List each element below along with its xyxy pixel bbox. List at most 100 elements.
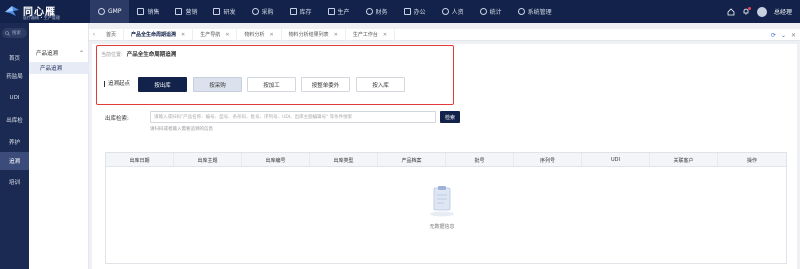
tab-label: 产品全生命周期追溯 [131, 32, 177, 38]
clock-icon [479, 8, 487, 15]
col-outbound-subject: 出库主题 [174, 153, 242, 167]
sidebar-item-outbound-check[interactable]: 出库检 [0, 112, 29, 128]
sidebar-item-fda[interactable]: 药监局 [0, 68, 29, 84]
query-label: 出库检索: [105, 116, 129, 122]
sidebar-item-home[interactable]: 首页 [0, 50, 29, 66]
nav-purchase[interactable]: 采购 [244, 0, 282, 23]
nav-sales[interactable]: 销售 [129, 0, 167, 23]
tab-product-lifecycle-trace[interactable]: 产品全生命周期追溯 ✕ [124, 28, 194, 41]
nav-inventory[interactable]: 库存 [282, 0, 320, 23]
nav-label: 生产 [337, 9, 350, 16]
nav-label: 财务 [375, 9, 388, 16]
breadcrumb-prefix: 当前位置: [101, 52, 123, 58]
submenu-group-label: 产品追溯 [36, 51, 59, 57]
nav-production[interactable]: 生产 [320, 0, 358, 23]
sidebar-item-training[interactable]: 培训 [0, 174, 29, 190]
col-actions: 操作 [746, 157, 757, 164]
gear-icon [517, 8, 525, 15]
app-logo[interactable]: 同心雁 医疗器械 • 生产管理 [4, 3, 84, 21]
avatar[interactable] [756, 6, 767, 17]
tab-material-analysis[interactable]: 物料分析 ✕ [237, 28, 282, 41]
chart-icon [137, 8, 145, 15]
col-serial-number: 序列号 [514, 153, 582, 167]
close-icon[interactable]: ✕ [269, 32, 273, 38]
query-hint: 请扫码或者输入需要追溯的信息 [150, 127, 213, 132]
refresh-icon[interactable]: ⟳ [771, 32, 776, 39]
chevron-down-icon[interactable]: ⌄ [781, 32, 786, 39]
trace-start-label: 追溯起点 [104, 81, 130, 87]
query-input[interactable]: 请输入或扫码"产品名称、编号、型号、条形码、批号、序列号、UDI、出库主题编辑号… [150, 111, 436, 123]
nav-office[interactable]: 办公 [396, 0, 434, 23]
sidebar-item-trace[interactable]: 追溯 [0, 152, 29, 170]
close-icon[interactable]: ✕ [181, 32, 185, 38]
submenu-item-product-trace[interactable]: 产品追溯 [29, 62, 89, 74]
close-icon[interactable]: ✕ [334, 32, 338, 38]
top-bar: 同心雁 医疗器械 • 生产管理 GMP 销售 营销 研发 采购 库存 生产 财务… [0, 0, 800, 23]
table-header: 出库日期 出库主题 出库编号 出库类型 产品档案 批号 序列号 UDI 关联客户… [106, 153, 786, 167]
trace-by-inbound-button[interactable]: 按入库 [356, 77, 405, 92]
tab-tools: ⟳ ⌄ ✕ [771, 29, 796, 41]
tab-home[interactable]: 首页 [99, 28, 125, 41]
trace-by-purchase-button[interactable]: 按采购 [193, 77, 242, 92]
nav-label: 统计 [489, 9, 502, 16]
search-button[interactable]: 检索 [440, 111, 460, 123]
col-batch-number: 批号 [446, 153, 514, 167]
header-tools: 总经理 [727, 0, 792, 23]
nav-marketing[interactable]: 营销 [167, 0, 205, 23]
logo-bird-icon [5, 6, 19, 16]
empty-clipboard-icon [430, 186, 454, 217]
nav-hr[interactable]: 人资 [434, 0, 472, 23]
trace-table: 出库日期 出库主题 出库编号 出库类型 产品档案 批号 序列号 UDI 关联客户… [105, 152, 787, 264]
tab-scroll-left-icon[interactable]: ‹ [89, 31, 99, 38]
close-icon[interactable]: ✕ [791, 32, 796, 39]
factory-icon [327, 8, 335, 15]
home-icon[interactable] [727, 7, 735, 16]
main-nav: GMP 销售 营销 研发 采购 库存 生产 财务 办公 人资 统计 系统管理 [90, 0, 560, 23]
sidebar-search-input[interactable]: 搜索 [2, 28, 27, 38]
tab-label: 生产导航 [200, 32, 221, 38]
nav-gmp[interactable]: GMP [90, 0, 130, 23]
tab-production-workbench[interactable]: 生产工作台 ✕ [346, 28, 396, 41]
col-related-customer: 关联客户 [650, 153, 718, 167]
trace-by-outsourcing-button[interactable]: 按整单委外 [301, 77, 350, 92]
tab-label: 物料分析 [244, 32, 265, 38]
search-icon [5, 30, 10, 36]
tab-production-nav[interactable]: 生产导航 ✕ [193, 28, 238, 41]
nav-label: GMP [108, 8, 122, 15]
trace-by-outbound-button[interactable]: 按出库 [138, 77, 187, 92]
notification-bell[interactable] [742, 6, 751, 17]
money-icon [365, 8, 373, 15]
search-placeholder: 搜索 [12, 31, 21, 36]
nav-label: 库存 [299, 9, 312, 16]
nav-label: 办公 [413, 9, 426, 16]
nav-system[interactable]: 系统管理 [510, 0, 560, 23]
nav-label: 采购 [261, 9, 274, 16]
breadcrumb: 当前位置: 产品全生命周期追溯 [101, 50, 176, 58]
briefcase-icon [403, 8, 411, 15]
user-name[interactable]: 总经理 [774, 7, 792, 16]
nav-rd[interactable]: 研发 [205, 0, 243, 23]
sidebar-item-udi[interactable]: UDI [0, 90, 29, 106]
tab-label: 生产工作台 [352, 32, 378, 38]
trace-by-processing-button[interactable]: 按加工 [247, 77, 296, 92]
nav-stats[interactable]: 统计 [472, 0, 510, 23]
nav-label: 人资 [451, 9, 464, 16]
notification-badge [747, 6, 751, 10]
secondary-menu: 产品追溯 ⌃ 产品追溯 [29, 23, 89, 269]
close-icon[interactable]: ✕ [225, 32, 229, 38]
lab-icon [213, 8, 221, 15]
shield-icon [98, 8, 105, 15]
close-icon[interactable]: ✕ [383, 32, 387, 38]
nav-label: 研发 [223, 9, 236, 16]
col-outbound-date: 出库日期 [106, 153, 174, 167]
nav-finance[interactable]: 财务 [358, 0, 396, 23]
nav-label: 营销 [185, 9, 198, 16]
user-icon [441, 8, 449, 15]
submenu-group-product-trace[interactable]: 产品追溯 ⌃ [29, 47, 89, 59]
sidebar-item-maintenance[interactable]: 养护 [0, 134, 29, 150]
nav-label: 系统管理 [527, 9, 552, 16]
col-udi: UDI [582, 153, 650, 167]
tab-material-analysis-results[interactable]: 物料分析结果列表 ✕ [282, 28, 346, 41]
col-outbound-number: 出库编号 [242, 153, 310, 167]
sidebar: 搜索 首页 药监局 UDI 出库检 养护 追溯 培训 [0, 23, 29, 269]
